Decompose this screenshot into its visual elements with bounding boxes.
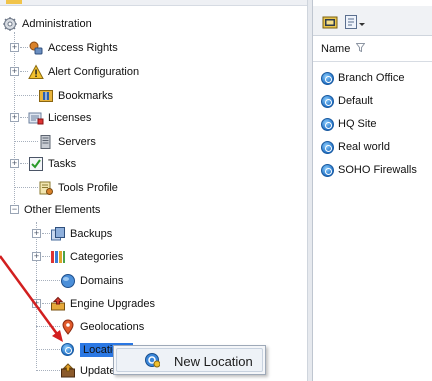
application-window: Administration + Access Rights + Alert C…	[0, 0, 432, 381]
annotation-arrow	[0, 255, 63, 342]
